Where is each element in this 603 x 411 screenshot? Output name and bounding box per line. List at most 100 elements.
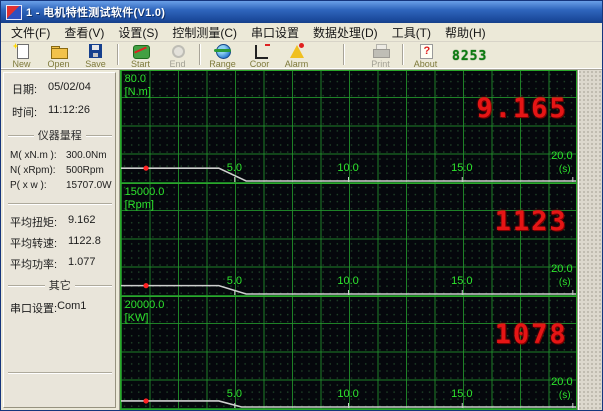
divider — [8, 372, 112, 373]
range-button[interactable]: Range — [204, 43, 241, 69]
time-row: 时间: 11:12:26 — [12, 104, 112, 120]
speed-reading-display: 1123 — [494, 206, 568, 237]
avg-power-row: 平均功率: 1.077 — [10, 256, 112, 272]
avg-speed-row: 平均转速: 1122.8 — [10, 235, 112, 251]
power-reading-display: 1078 — [494, 319, 568, 350]
new-button[interactable]: New — [3, 43, 40, 69]
instrument-range-group-header: 仪器量程 — [8, 127, 112, 143]
avg-power-label: 平均功率: — [10, 259, 58, 271]
serial-port-label: 串口设置: — [10, 303, 58, 315]
x-tick-5: 5.0 — [226, 162, 242, 174]
about-button[interactable]: About — [407, 43, 444, 69]
about-button-label: About — [413, 59, 438, 69]
coordinate-axes-icon — [250, 44, 270, 59]
torque-reading-display: 9.165 — [476, 93, 568, 124]
x-tick-10: 10.0 — [337, 275, 359, 287]
info-sidebar: 日期: 05/02/04 时间: 11:12:26 仪器量程 M( xN.m )… — [3, 72, 116, 408]
floppy-save-icon — [86, 44, 106, 59]
x-tick-20: 20.0 — [551, 150, 573, 162]
x-tick-15: 15.0 — [451, 275, 473, 287]
toolbar: New Open Save Start End Range Coor Alarm… — [1, 42, 602, 70]
about-question-icon — [416, 44, 436, 59]
app-icon — [6, 4, 22, 20]
x-tick-15: 15.0 — [451, 388, 473, 400]
start-button-label: Start — [130, 59, 150, 69]
titlebar[interactable]: 1 - 电机特性测试软件(V1.0) — [1, 1, 602, 23]
power-range-value: 15707.0W — [66, 180, 112, 191]
print-button[interactable]: Print — [362, 43, 399, 69]
x-tick-20: 20.0 — [551, 376, 573, 388]
date-row: 日期: 05/02/04 — [12, 81, 112, 97]
chart-speed[interactable]: 15000.0 [Rpm] 5.0 10.0 15.0 20.0 (s) 112… — [119, 183, 577, 297]
avg-speed-value: 1122.8 — [68, 235, 101, 247]
time-value: 11:12:26 — [48, 104, 91, 116]
printer-icon — [371, 44, 391, 59]
toolbar-separator — [343, 44, 345, 65]
date-value: 05/02/04 — [48, 81, 91, 93]
open-button-label: Open — [47, 59, 70, 69]
new-file-icon — [12, 43, 32, 59]
coor-button[interactable]: Coor — [241, 43, 278, 69]
alarm-warning-icon — [287, 43, 307, 59]
torque-range-value: 300.0Nm — [66, 150, 107, 161]
avg-speed-label: 平均转速: — [10, 238, 58, 250]
start-measure-icon — [131, 44, 151, 59]
x-tick-20: 20.0 — [551, 263, 573, 275]
right-texture-strip — [576, 70, 602, 410]
range-button-label: Range — [209, 59, 236, 69]
save-button[interactable]: Save — [77, 43, 114, 69]
menu-item-control-measure[interactable]: 控制测量(C) — [165, 23, 244, 42]
serial-port-row: 串口设置: Com1 — [10, 300, 112, 316]
menu-item-tools[interactable]: 工具(T) — [385, 23, 438, 42]
x-tick-5: 5.0 — [226, 388, 242, 400]
print-button-label: Print — [371, 59, 390, 69]
serial-port-value: Com1 — [57, 300, 87, 312]
avg-torque-label: 平均扭矩: — [10, 217, 58, 229]
alarm-button-label: Alarm — [284, 59, 309, 69]
range-globe-icon — [213, 44, 233, 59]
time-label: 时间: — [12, 107, 38, 119]
avg-power-value: 1.077 — [68, 256, 96, 268]
torque-y-axis-label: 80.0 [N.m] — [124, 73, 151, 99]
chart-power[interactable]: 20000.0 [KW] 5.0 10.0 15.0 20.0 (s) 1078 — [119, 296, 577, 410]
power-y-axis-label: 20000.0 [KW] — [124, 299, 165, 325]
save-button-label: Save — [85, 59, 106, 69]
avg-torque-value: 9.162 — [68, 214, 96, 226]
start-button[interactable]: Start — [122, 43, 159, 69]
end-button-label: End — [169, 59, 186, 69]
toolbar-separator — [117, 44, 119, 65]
window-title: 1 - 电机特性测试软件(V1.0) — [26, 7, 166, 19]
avg-torque-row: 平均扭矩: 9.162 — [10, 214, 112, 230]
menu-item-serial-port[interactable]: 串口设置 — [244, 23, 306, 42]
x-tick-5: 5.0 — [226, 275, 242, 287]
end-measure-icon — [168, 44, 188, 59]
menu-item-settings[interactable]: 设置(S) — [111, 23, 165, 42]
alarm-button[interactable]: Alarm — [278, 43, 315, 69]
x-tick-15: 15.0 — [451, 162, 473, 174]
speed-range-value: 500Rpm — [66, 165, 104, 176]
menu-item-file[interactable]: 文件(F) — [4, 23, 57, 42]
menu-item-view[interactable]: 查看(V) — [57, 23, 111, 42]
x-axis-unit: (s) — [558, 390, 571, 401]
x-axis-unit: (s) — [558, 164, 571, 175]
chart-stack: 80.0 [N.m] 5.0 10.0 15.0 20.0 (s) 9.165 … — [118, 70, 577, 410]
open-button[interactable]: Open — [40, 43, 77, 69]
new-button-label: New — [12, 59, 31, 69]
menu-item-data-processing[interactable]: 数据处理(D) — [306, 23, 385, 42]
torque-range-row: M( xN.m ): 300.0Nm — [10, 150, 112, 161]
divider — [8, 203, 112, 204]
speed-y-axis-label: 15000.0 [Rpm] — [124, 186, 165, 212]
main-content: 日期: 05/02/04 时间: 11:12:26 仪器量程 M( xN.m )… — [1, 70, 602, 410]
date-label: 日期: — [12, 84, 38, 96]
speed-range-label: N( xRpm): — [10, 165, 56, 176]
toolbar-separator — [199, 44, 201, 65]
other-group-header: 其它 — [8, 277, 112, 293]
end-button[interactable]: End — [159, 43, 196, 69]
menubar: 文件(F) 查看(V) 设置(S) 控制测量(C) 串口设置 数据处理(D) 工… — [1, 23, 602, 42]
menu-item-help[interactable]: 帮助(H) — [438, 23, 493, 42]
x-tick-10: 10.0 — [337, 162, 359, 174]
chart-torque[interactable]: 80.0 [N.m] 5.0 10.0 15.0 20.0 (s) 9.165 — [119, 70, 577, 184]
coor-button-label: Coor — [249, 59, 270, 69]
torque-range-label: M( xN.m ): — [10, 150, 57, 161]
open-folder-icon — [49, 44, 69, 59]
